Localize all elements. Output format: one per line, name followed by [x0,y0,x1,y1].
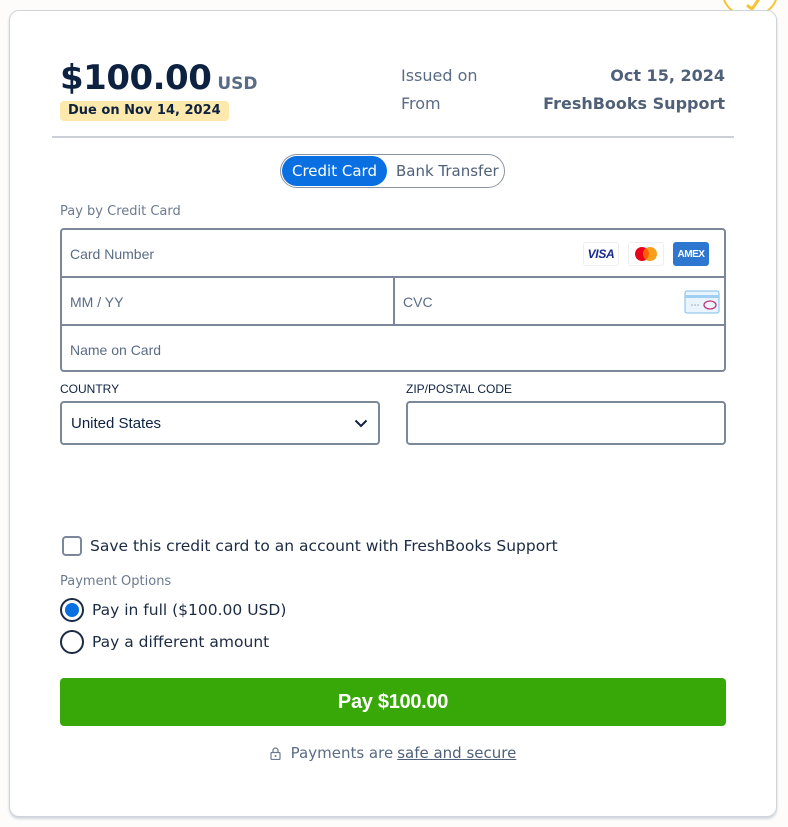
country-label: COUNTRY [60,382,120,396]
header-divider [52,136,734,138]
card-details-group: Card Number VISA AMEX MM / YY CVC Name o… [60,228,726,372]
invoice-amount: $100.00 [60,58,212,98]
visa-icon: VISA [583,242,619,266]
tab-bank-transfer[interactable]: Bank Transfer [387,156,509,186]
issued-on-label: Issued on [401,66,478,85]
mastercard-logo [635,247,657,261]
country-select[interactable]: United States [60,401,380,445]
cvc-input[interactable]: CVC [395,278,724,325]
payment-options-label: Payment Options [60,574,172,589]
security-note: Payments are safe and secure [0,744,786,762]
security-prefix: Payments are [290,744,394,762]
card-number-input[interactable]: Card Number [62,230,724,277]
tab-credit-card[interactable]: Credit Card [282,156,387,186]
pay-different-amount-option[interactable]: Pay a different amount [60,630,269,654]
pay-in-full-option[interactable]: Pay in full ($100.00 USD) [60,598,286,622]
name-row: Name on Card [62,326,724,370]
invoice-amount-row: $100.00 USD [60,58,258,98]
pay-in-full-label: Pay in full ($100.00 USD) [92,601,287,619]
zip-label: ZIP/POSTAL CODE [406,382,513,396]
visa-label: VISA [587,247,615,261]
due-date-badge: Due on Nov 14, 2024 [60,101,229,121]
from-label: From [401,94,441,113]
amex-icon: AMEX [673,242,709,266]
save-card-checkbox[interactable] [62,536,82,556]
cvc-card-icon [684,290,720,314]
chevron-down-icon [354,419,368,427]
lock-icon [270,747,281,760]
issued-on-value: Oct 15, 2024 [610,66,725,85]
save-card-option[interactable]: Save this credit card to an account with… [62,536,558,556]
zip-input[interactable] [406,401,726,445]
from-value: FreshBooks Support [543,94,725,113]
expiry-input[interactable]: MM / YY [62,278,393,325]
invoice-currency: USD [217,74,258,94]
name-on-card-input[interactable]: Name on Card [62,326,724,370]
pay-button[interactable]: Pay $100.00 [60,678,726,726]
country-value: United States [71,414,162,432]
save-card-label: Save this credit card to an account with… [90,537,558,555]
check-icon [746,0,760,10]
pay-by-credit-card-label: Pay by Credit Card [60,204,181,219]
pay-different-amount-radio[interactable] [60,630,84,654]
safe-and-secure-link[interactable]: safe and secure [397,744,516,762]
pay-in-full-radio[interactable] [60,598,84,622]
amex-label: AMEX [677,248,705,260]
pay-different-amount-label: Pay a different amount [92,633,270,651]
payment-method-toggle: Credit Card Bank Transfer [280,154,505,188]
mastercard-icon [628,242,664,266]
card-number-row: Card Number VISA AMEX [62,230,724,277]
column-divider [393,277,395,325]
